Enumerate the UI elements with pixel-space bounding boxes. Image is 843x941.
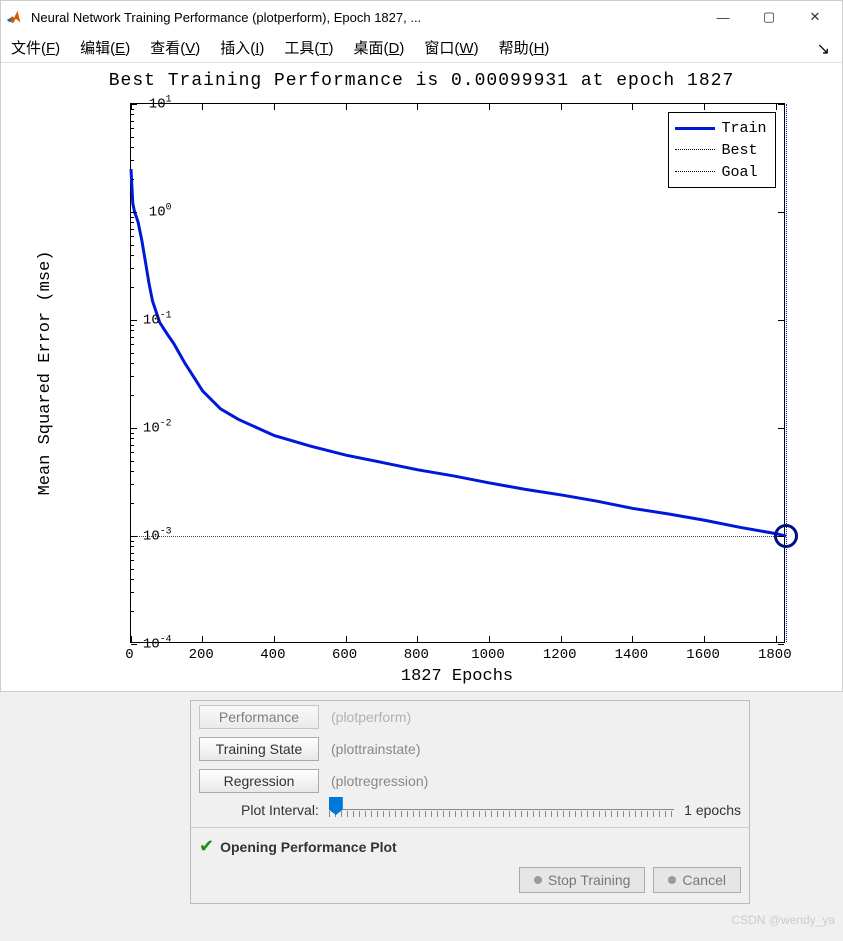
menu-insert[interactable]: 插入(I) bbox=[220, 37, 264, 58]
regression-button[interactable]: Regression bbox=[199, 769, 319, 793]
menu-tools[interactable]: 工具(T) bbox=[284, 37, 333, 58]
menu-view[interactable]: 查看(V) bbox=[150, 37, 200, 58]
performance-button[interactable]: Performance bbox=[199, 705, 319, 729]
plot-interval-label: Plot Interval: bbox=[241, 802, 319, 818]
legend-goal: Goal bbox=[721, 164, 757, 181]
stop-training-button[interactable]: Stop Training bbox=[519, 867, 646, 893]
check-icon: ✔ bbox=[199, 836, 214, 857]
status-text: Opening Performance Plot bbox=[220, 839, 397, 855]
training-state-hint: (plottrainstate) bbox=[331, 741, 420, 757]
legend-best: Best bbox=[721, 142, 757, 159]
best-vline bbox=[786, 104, 787, 642]
window-title: Neural Network Training Performance (plo… bbox=[31, 10, 700, 25]
close-button[interactable]: ✕ bbox=[792, 2, 838, 32]
plot-interval-value: 1 epochs bbox=[684, 802, 741, 818]
performance-hint: (plotperform) bbox=[331, 709, 411, 725]
xtick-label: 200 bbox=[189, 647, 214, 663]
maximize-button[interactable]: ▢ bbox=[746, 2, 792, 32]
ytick-label: 101 bbox=[117, 94, 172, 113]
menu-window[interactable]: 窗口(W) bbox=[424, 37, 478, 58]
menubar: 文件(F) 编辑(E) 查看(V) 插入(I) 工具(T) 桌面(D) 窗口(W… bbox=[1, 33, 842, 63]
training-state-button[interactable]: Training State bbox=[199, 737, 319, 761]
legend[interactable]: Train Best Goal bbox=[668, 112, 775, 188]
ytick-label: 100 bbox=[117, 202, 172, 221]
xtick-label: 400 bbox=[260, 647, 285, 663]
legend-train: Train bbox=[721, 120, 766, 137]
menu-help[interactable]: 帮助(H) bbox=[499, 37, 550, 58]
watermark: CSDN @wendy_ya bbox=[731, 913, 835, 927]
xtick-label: 800 bbox=[404, 647, 429, 663]
xtick-label: 1000 bbox=[471, 647, 505, 663]
x-axis-label: 1827 Epochs bbox=[130, 667, 785, 686]
titlebar[interactable]: Neural Network Training Performance (plo… bbox=[1, 1, 842, 33]
ytick-label: 10-3 bbox=[117, 526, 172, 545]
xtick-label: 600 bbox=[332, 647, 357, 663]
regression-hint: (plotregression) bbox=[331, 773, 428, 789]
xtick-label: 1800 bbox=[758, 647, 792, 663]
chart-title: Best Training Performance is 0.00099931 … bbox=[12, 71, 832, 91]
xtick-label: 0 bbox=[125, 647, 133, 663]
training-panel: Performance (plotperform) Training State… bbox=[190, 700, 750, 904]
undock-icon[interactable]: ↘ bbox=[817, 39, 830, 59]
menu-desktop[interactable]: 桌面(D) bbox=[354, 37, 405, 58]
xtick-label: 1600 bbox=[686, 647, 720, 663]
menu-file[interactable]: 文件(F) bbox=[11, 37, 60, 58]
ytick-label: 10-2 bbox=[117, 418, 172, 437]
ytick-label: 10-1 bbox=[117, 310, 172, 329]
figure-window: Neural Network Training Performance (plo… bbox=[0, 0, 843, 692]
plot-interval-slider[interactable] bbox=[329, 801, 674, 819]
plot-wrap: Best Training Performance is 0.00099931 … bbox=[1, 63, 842, 691]
cancel-button[interactable]: Cancel bbox=[653, 867, 741, 893]
y-axis-label: Mean Squared Error (mse) bbox=[36, 103, 55, 643]
xtick-label: 1200 bbox=[543, 647, 577, 663]
menu-edit[interactable]: 编辑(E) bbox=[80, 37, 130, 58]
minimize-button[interactable]: — bbox=[700, 2, 746, 32]
axes[interactable]: Train Best Goal bbox=[130, 103, 785, 643]
xtick-label: 1400 bbox=[615, 647, 649, 663]
matlab-icon bbox=[5, 8, 23, 26]
